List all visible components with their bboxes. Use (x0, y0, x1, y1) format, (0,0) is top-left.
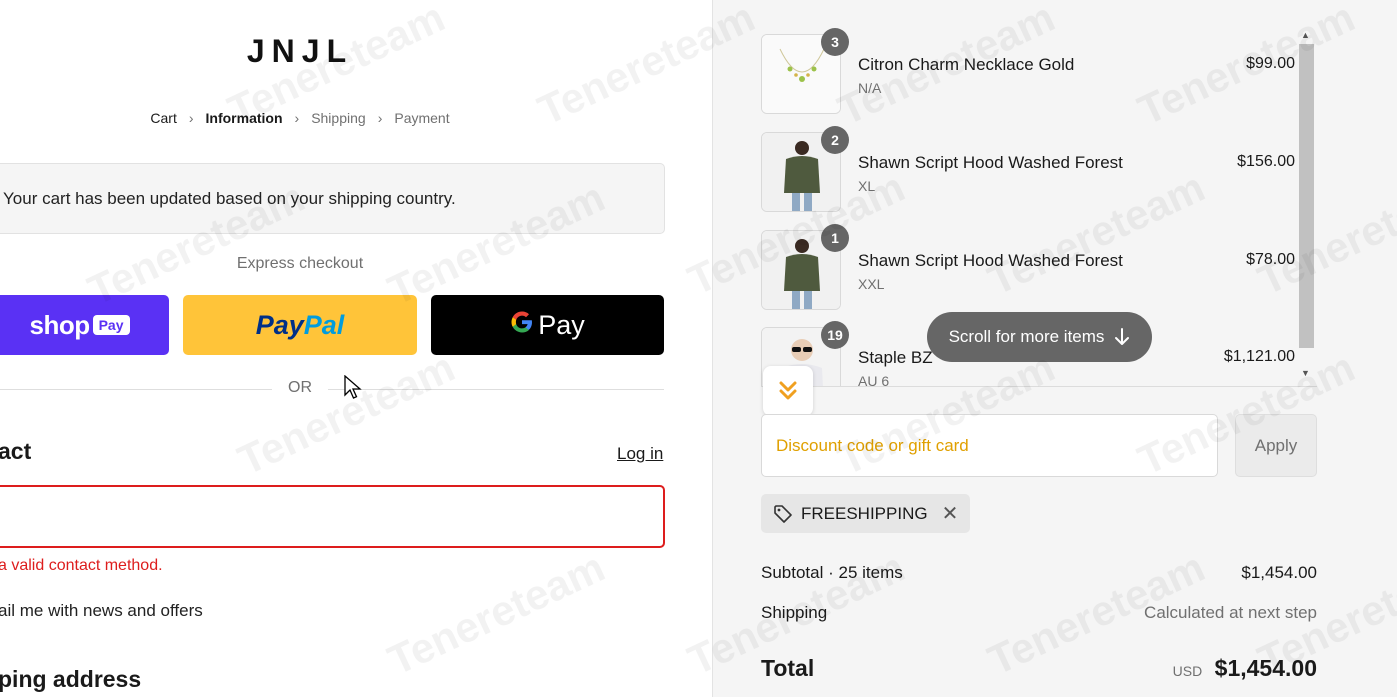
quantity-badge: 19 (821, 321, 849, 349)
cursor-icon (344, 375, 362, 399)
product-variant: XXL (858, 276, 885, 292)
product-variant: N/A (858, 80, 882, 96)
or-divider-right (328, 389, 664, 390)
contact-heading: act (0, 438, 32, 464)
arrow-down-icon (1115, 328, 1130, 345)
total-row: Total USD $1,454.00 (761, 655, 1317, 682)
product-name: Staple BZ (858, 348, 933, 367)
or-divider-left (0, 389, 272, 390)
scroll-down-icon[interactable]: ▼ (1301, 368, 1310, 378)
or-divider-label: OR (272, 379, 328, 397)
subtotal-value: $1,454.00 (1241, 563, 1317, 582)
apply-discount-button[interactable]: Apply (1235, 414, 1317, 477)
breadcrumb-cart[interactable]: Cart (150, 110, 176, 126)
discount-code-input[interactable]: Discount code or gift card (761, 414, 1218, 477)
google-pay-wordmark: Pay (510, 309, 585, 341)
applied-discount-chip: FREESHIPPING ✕ (761, 494, 971, 533)
product-variant: AU 6 (858, 373, 890, 386)
chevron-right-icon: › (188, 110, 194, 126)
shipping-row: Shipping Calculated at next step (761, 603, 1317, 623)
cart-updated-notice: Your cart has been updated based on your… (0, 163, 665, 234)
quantity-badge: 3 (821, 28, 849, 56)
shop-pay-button[interactable]: shop Pay (0, 295, 169, 355)
product-variant: XL (858, 178, 876, 194)
store-logo[interactable]: JNJL (200, 33, 400, 70)
total-amount: USD $1,454.00 (1173, 655, 1317, 682)
shop-pay-badge: Pay (92, 315, 130, 335)
product-price: $156.00 (1237, 153, 1295, 170)
contact-error-message: a valid contact method. (0, 557, 163, 574)
newsletter-checkbox-label[interactable]: ail me with news and offers (0, 601, 203, 621)
tag-icon (774, 504, 792, 523)
paypal-button[interactable]: PayPal (183, 295, 417, 355)
list-item: 2 Shawn Script Hood Washed Forest XL $15… (761, 126, 1301, 212)
breadcrumb-information: Information (205, 110, 283, 126)
shipping-label: Shipping (761, 603, 828, 622)
total-label: Total (761, 655, 815, 681)
checkout-main: JNJL Cart › Information › Shipping › Pay… (0, 0, 712, 697)
breadcrumb-shipping: Shipping (311, 110, 366, 126)
google-pay-button[interactable]: Pay (431, 295, 664, 355)
google-pay-label: Pay (538, 309, 585, 340)
cart-list-divider (761, 386, 1317, 387)
chevron-right-icon: › (294, 110, 300, 126)
express-checkout-title: Express checkout (236, 255, 364, 272)
extension-tab[interactable] (763, 366, 813, 416)
product-price: $78.00 (1246, 251, 1295, 268)
breadcrumb: Cart › Information › Shipping › Payment (0, 110, 600, 126)
subtotal-label: Subtotal · 25 items (761, 563, 903, 582)
order-summary: 3 Citron Charm Necklace Gold N/A $99.00 … (712, 0, 1397, 697)
list-item: 1 Shawn Script Hood Washed Forest XXL $7… (761, 224, 1301, 310)
scrollbar-thumb[interactable] (1299, 44, 1314, 348)
email-field[interactable] (0, 485, 665, 548)
list-item: 3 Citron Charm Necklace Gold N/A $99.00 (761, 28, 1301, 114)
total-currency: USD (1172, 663, 1203, 679)
product-price: $99.00 (1246, 55, 1295, 72)
double-chevron-down-icon (779, 381, 797, 400)
applied-discount-code: FREESHIPPING (801, 503, 928, 523)
product-name: Shawn Script Hood Washed Forest (858, 251, 1123, 270)
shipping-value: Calculated at next step (1144, 603, 1317, 622)
cart-scrollbar[interactable]: ▲ ▼ (1297, 30, 1315, 386)
product-name: Shawn Script Hood Washed Forest (858, 153, 1123, 172)
product-price: $1,121.00 (1223, 348, 1295, 365)
login-link[interactable]: Log in (617, 444, 663, 464)
subtotal-row: Subtotal · 25 items $1,454.00 (761, 563, 1317, 583)
breadcrumb-payment: Payment (394, 110, 450, 126)
quantity-badge: 1 (821, 224, 849, 252)
total-value: $1,454.00 (1214, 655, 1317, 681)
quantity-badge: 2 (821, 126, 849, 154)
shipping-address-heading: ping address (0, 666, 142, 692)
close-icon[interactable]: ✕ (942, 501, 959, 526)
shop-pay-wordmark: shop (29, 309, 90, 340)
product-name: Citron Charm Necklace Gold (858, 55, 1075, 74)
scroll-for-more-button[interactable]: Scroll for more items (927, 312, 1152, 362)
scroll-up-icon[interactable]: ▲ (1301, 30, 1310, 40)
google-g-icon (510, 309, 534, 341)
scroll-hint-label: Scroll for more items (948, 327, 1105, 346)
chevron-right-icon: › (377, 110, 383, 126)
paypal-wordmark: PayPal (255, 309, 345, 340)
